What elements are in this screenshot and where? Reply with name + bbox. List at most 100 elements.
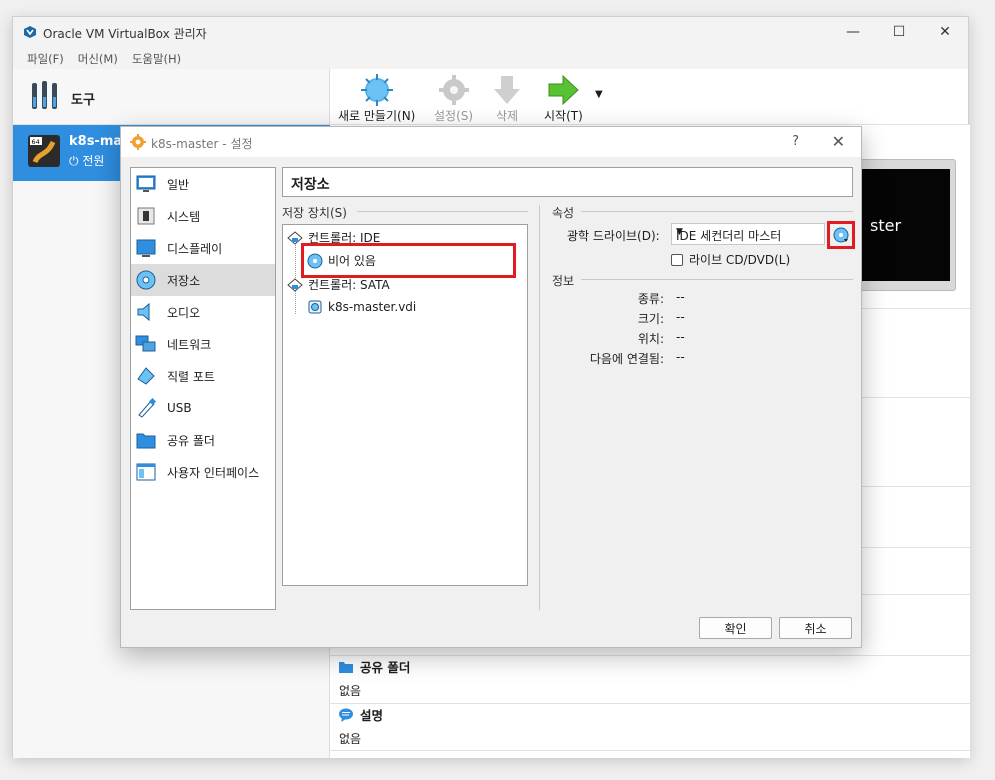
shared-folders-header[interactable]: 공유 폴더 xyxy=(338,657,410,676)
live-cd-checkbox[interactable]: 라이브 CD/DVD(L) xyxy=(671,251,790,268)
settings-category-list: 일반 시스템 디스플레이 저장소 오디오 네트워크 직렬 포트 USB 공유 폴… xyxy=(130,167,276,610)
speaker-icon xyxy=(137,302,150,322)
category-audio[interactable]: 오디오 xyxy=(131,296,275,328)
folder-icon xyxy=(136,433,156,449)
disc-menu-icon xyxy=(827,221,855,249)
info-attached-value: -- xyxy=(676,350,685,364)
divider xyxy=(330,750,970,751)
info-location-value: -- xyxy=(676,330,685,344)
start-dropdown-arrow[interactable]: ▼ xyxy=(595,89,603,100)
monitor-icon xyxy=(136,175,156,192)
information-label: 정보 xyxy=(552,274,575,288)
maximize-button[interactable]: ☐ xyxy=(876,17,922,47)
main-toolbar: 새로 만들기(N) 설정(S) 삭제 시작(T) ▼ xyxy=(330,69,970,125)
info-size-key: 크기: xyxy=(637,312,664,326)
settings-dialog: k8s-master - 설정 ? ✕ 일반 시스템 디스플레이 저장소 오디오… xyxy=(120,126,862,648)
category-label: 일반 xyxy=(167,177,190,192)
menu-machine[interactable]: 머신(M) xyxy=(72,47,124,69)
category-label: 네트워크 xyxy=(167,337,212,352)
tree-sata-disk[interactable]: k8s-master.vdi xyxy=(307,299,416,315)
group-line xyxy=(581,211,853,212)
shared-folders-section: 공유 폴더 없음 xyxy=(330,655,970,703)
category-label: 시스템 xyxy=(167,209,201,224)
category-network[interactable]: 네트워크 xyxy=(131,328,275,360)
description-value: 없음 xyxy=(339,732,362,746)
choose-disk-button[interactable] xyxy=(827,221,855,249)
dialog-close-button[interactable]: ✕ xyxy=(832,132,845,151)
title-bar: Oracle VM VirtualBox 관리자 — ☐ ✕ xyxy=(13,17,968,47)
settings-label: 설정(S) xyxy=(434,109,474,123)
category-label: 직렬 포트 xyxy=(167,369,215,384)
hard-disk-icon xyxy=(308,300,322,314)
category-system[interactable]: 시스템 xyxy=(131,200,275,232)
page-title-text: 저장소 xyxy=(291,177,330,193)
category-label: USB xyxy=(167,401,192,415)
category-general[interactable]: 일반 xyxy=(131,168,275,200)
shared-folders-title: 공유 폴더 xyxy=(360,660,411,675)
controller-icon xyxy=(287,277,303,292)
start-arrow-icon xyxy=(548,74,580,106)
virtualbox-icon xyxy=(24,26,36,38)
category-user-interface[interactable]: 사용자 인터페이스 xyxy=(131,456,275,488)
category-display[interactable]: 디스플레이 xyxy=(131,232,275,264)
checkbox-box[interactable] xyxy=(671,253,683,266)
category-shared-folders[interactable]: 공유 폴더 xyxy=(131,424,275,456)
close-button[interactable]: ✕ xyxy=(922,17,968,47)
serial-port-icon xyxy=(137,367,155,385)
new-button[interactable]: 새로 만들기(N) xyxy=(338,73,415,124)
chevron-down-icon: ▼ xyxy=(676,227,683,237)
info-type-value: -- xyxy=(676,290,685,304)
dialog-title: k8s-master - 설정 xyxy=(151,137,253,151)
info-type-key: 종류: xyxy=(637,292,664,306)
description-section: 설명 없음 xyxy=(330,703,970,751)
group-line xyxy=(581,279,853,280)
group-line xyxy=(357,211,528,212)
attributes-label: 속성 xyxy=(552,206,575,220)
storage-tree: 컨트롤러: IDE 비어 있음 컨트롤러: SATA k8s-master.vd… xyxy=(282,224,528,586)
settings-gear-icon xyxy=(130,134,146,150)
ok-button[interactable]: 확인 xyxy=(699,617,772,639)
vm-state-text: 전원 xyxy=(82,154,105,168)
cancel-button[interactable]: 취소 xyxy=(779,617,852,639)
vertical-separator xyxy=(539,205,540,610)
live-cd-label: 라이브 CD/DVD(L) xyxy=(689,253,791,267)
preview-text: ster xyxy=(870,216,902,235)
menu-file[interactable]: 파일(F) xyxy=(21,47,70,69)
description-header[interactable]: 설명 xyxy=(338,705,383,724)
info-attached-key: 다음에 연결됨: xyxy=(589,352,664,366)
tree-label: 컨트롤러: SATA xyxy=(308,278,390,292)
shared-folders-value: 없음 xyxy=(339,684,362,698)
vm-state: ⏻ 전원 xyxy=(69,154,105,168)
info-size-value: -- xyxy=(676,310,685,324)
category-serial-ports[interactable]: 직렬 포트 xyxy=(131,360,275,392)
start-button[interactable]: 시작(T) xyxy=(544,73,583,124)
new-machine-icon xyxy=(360,74,393,106)
tree-sata-controller[interactable]: 컨트롤러: SATA xyxy=(287,276,390,293)
chip-icon xyxy=(137,207,155,225)
settings-gear-icon xyxy=(438,75,469,105)
tools-item[interactable]: 도구 xyxy=(13,69,330,125)
vm-name: k8s-ma xyxy=(69,134,123,149)
tools-label: 도구 xyxy=(71,93,95,108)
highlight-box xyxy=(301,243,516,278)
category-label: 오디오 xyxy=(167,305,201,320)
svg-text:64: 64 xyxy=(32,138,40,146)
usb-icon xyxy=(138,397,157,418)
optical-drive-select[interactable]: IDE 세컨더리 마스터 ▼ xyxy=(671,223,825,245)
category-label: 저장소 xyxy=(167,273,201,288)
menu-help[interactable]: 도움말(H) xyxy=(126,47,187,69)
description-title: 설명 xyxy=(360,708,384,723)
category-label: 공유 폴더 xyxy=(167,433,215,448)
category-storage[interactable]: 저장소 xyxy=(131,264,275,296)
storage-disc-icon xyxy=(136,270,156,290)
help-button[interactable]: ? xyxy=(792,134,799,149)
minimize-button[interactable]: — xyxy=(830,17,876,47)
folder-icon xyxy=(339,661,353,673)
delete-label: 삭제 xyxy=(495,109,519,123)
delete-button[interactable]: 삭제 xyxy=(490,73,524,124)
settings-button[interactable]: 설정(S) xyxy=(434,73,473,124)
category-label: 디스플레이 xyxy=(167,241,223,256)
category-usb[interactable]: USB xyxy=(131,392,275,424)
storage-devices-label: 저장 장치(S) xyxy=(282,206,347,220)
info-location-key: 위치: xyxy=(637,332,664,346)
